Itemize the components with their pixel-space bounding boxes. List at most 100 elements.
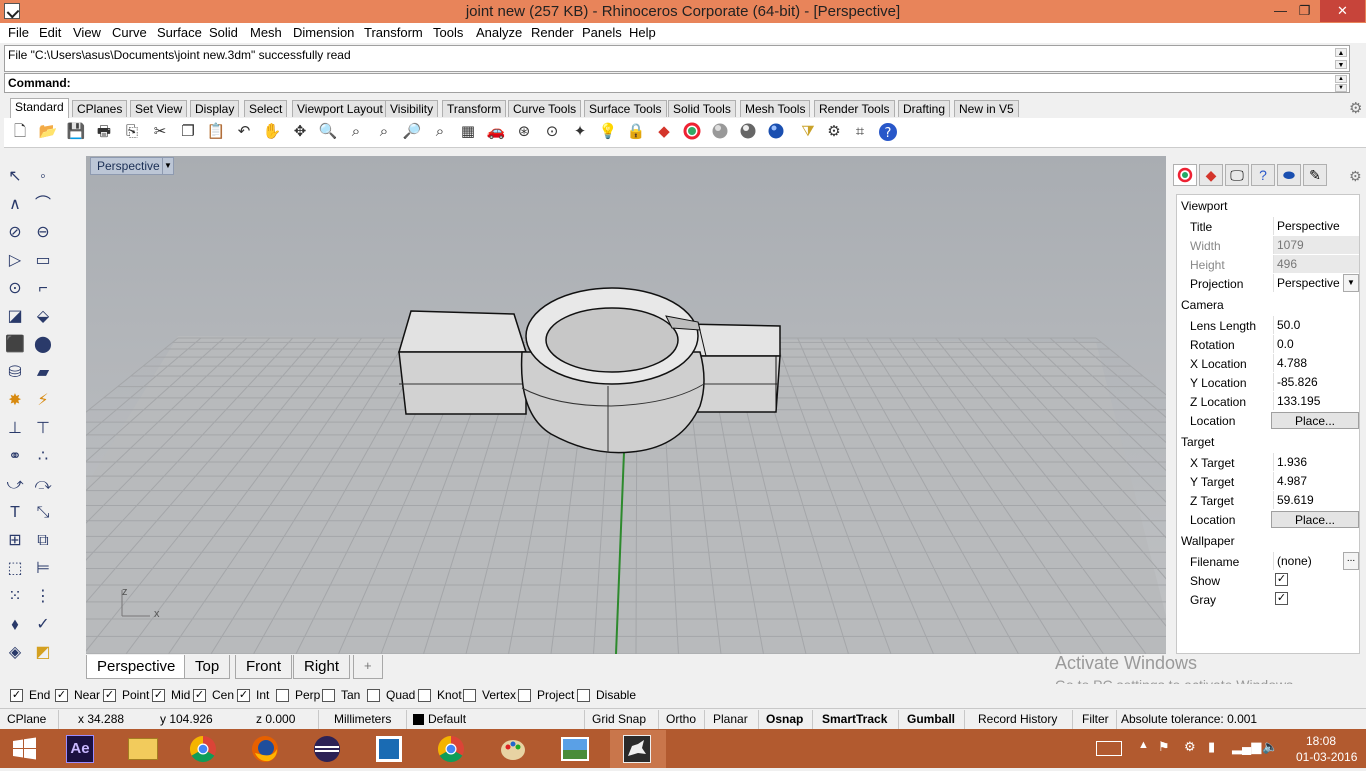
menu-view[interactable]: View xyxy=(73,25,101,40)
volume-icon[interactable]: 🔈 xyxy=(1262,739,1278,755)
gray-checkbox[interactable]: ✓ xyxy=(1275,592,1288,605)
array-icon[interactable]: ⊞ xyxy=(4,530,26,552)
menu-dimension[interactable]: Dimension xyxy=(293,25,354,40)
rectangle-icon[interactable]: ▭ xyxy=(32,250,54,272)
record-history-toggle[interactable]: Record History xyxy=(978,712,1057,726)
osnap-mid-checkbox[interactable]: ✓ xyxy=(152,689,165,702)
print-icon[interactable]: 🖶 xyxy=(94,122,114,142)
rendered-icon[interactable] xyxy=(738,122,758,142)
osnap-end-checkbox[interactable]: ✓ xyxy=(10,689,23,702)
osnap-near-checkbox[interactable]: ✓ xyxy=(55,689,68,702)
lens-length-field[interactable]: 50.0 xyxy=(1273,316,1359,334)
polyline-icon[interactable]: ∧ xyxy=(4,194,26,216)
rotate-view-icon[interactable]: ✥ xyxy=(290,122,310,142)
pan-icon[interactable]: ✋ xyxy=(262,122,282,142)
planar-toggle[interactable]: Planar xyxy=(713,712,748,726)
paint-app[interactable] xyxy=(486,730,542,768)
osnap-knot-checkbox[interactable] xyxy=(418,689,431,702)
tab-top[interactable]: Top xyxy=(184,655,231,679)
maximize-button[interactable]: ❐ xyxy=(1291,0,1318,22)
check-icon[interactable]: ✓ xyxy=(32,614,54,636)
add-viewport-icon[interactable]: + xyxy=(353,655,383,679)
ortho-toggle[interactable]: Ortho xyxy=(666,712,696,726)
menu-surface[interactable]: Surface xyxy=(157,25,202,40)
tab-display[interactable]: Display xyxy=(190,100,240,117)
fillet-icon[interactable]: ⤻ xyxy=(4,474,26,496)
filter-toggle[interactable]: Filter xyxy=(1082,712,1109,726)
show-checkbox[interactable]: ✓ xyxy=(1275,573,1288,586)
cut-icon[interactable]: ✂ xyxy=(150,122,170,142)
start-button[interactable] xyxy=(0,730,50,768)
chrome-app-2[interactable] xyxy=(424,730,480,768)
osnap-int-checkbox[interactable]: ✓ xyxy=(237,689,250,702)
help-icon[interactable]: ? xyxy=(878,122,898,142)
sphere-icon[interactable] xyxy=(766,122,786,142)
after-effects-app[interactable]: Ae xyxy=(56,730,112,768)
move-icon[interactable]: ⬧ xyxy=(4,614,26,636)
tab-perspective[interactable]: Perspective xyxy=(86,655,187,679)
status-cplane[interactable]: CPlane xyxy=(7,712,46,726)
menu-help[interactable]: Help xyxy=(629,25,656,40)
layer-color-swatch[interactable] xyxy=(413,714,424,725)
viewport-title[interactable]: Perspective xyxy=(90,157,167,175)
group-icon[interactable]: ⚭ xyxy=(4,446,26,468)
box-icon[interactable]: ⬛ xyxy=(4,334,26,356)
battery-icon[interactable]: ▮ xyxy=(1208,739,1215,755)
rotation-field[interactable]: 0.0 xyxy=(1273,335,1359,353)
menu-transform[interactable]: Transform xyxy=(364,25,423,40)
help-tab-icon[interactable]: ? xyxy=(1251,164,1275,186)
osnap-perp-checkbox[interactable] xyxy=(276,689,289,702)
browse-button[interactable]: ... xyxy=(1343,552,1359,570)
perspective-viewport[interactable]: Perspective ▼ z x xyxy=(86,156,1166,654)
ellipse-icon[interactable]: ⊖ xyxy=(32,222,54,244)
zoom-dynamic-icon[interactable]: ⌕ xyxy=(430,122,450,142)
tab-viewport-layout[interactable]: Viewport Layout xyxy=(292,100,388,117)
osnap-cen-checkbox[interactable]: ✓ xyxy=(193,689,206,702)
paint-icon[interactable]: ◩ xyxy=(32,642,54,664)
rhino-app[interactable] xyxy=(610,730,666,768)
grid-snap-toggle[interactable]: Grid Snap xyxy=(592,712,646,726)
menu-mesh[interactable]: Mesh xyxy=(250,25,282,40)
tab-transform[interactable]: Transform xyxy=(442,100,507,117)
properties-tab-icon[interactable] xyxy=(1173,164,1197,186)
z-location-field[interactable]: 133.195 xyxy=(1273,392,1359,410)
light-icon[interactable]: 💡 xyxy=(598,122,618,142)
arc-icon[interactable]: ▷ xyxy=(4,250,26,272)
layers-tab-icon[interactable]: ◆ xyxy=(1199,164,1223,186)
point-icon[interactable]: ✦ xyxy=(570,122,590,142)
osnap-tan-checkbox[interactable] xyxy=(322,689,335,702)
history-scroll-down-icon[interactable]: ▼ xyxy=(1335,60,1347,69)
action-center-icon[interactable]: ⚑ xyxy=(1158,739,1170,755)
osnap-quad-checkbox[interactable] xyxy=(367,689,380,702)
osnap-point-checkbox[interactable]: ✓ xyxy=(103,689,116,702)
viewport-dropdown-icon[interactable]: ▼ xyxy=(162,157,174,175)
menu-tools[interactable]: Tools xyxy=(433,25,463,40)
scale-icon[interactable]: ⤡ xyxy=(32,502,54,524)
layer-icon[interactable]: ◆ xyxy=(654,122,674,142)
paste-icon[interactable]: 📋 xyxy=(206,122,226,142)
toolbar-settings-icon[interactable]: ⚙ xyxy=(1349,99,1362,117)
tab-drafting[interactable]: Drafting xyxy=(898,100,951,117)
status-layer[interactable]: Default xyxy=(428,712,466,726)
zoom-extents-icon[interactable]: ⌕ xyxy=(374,122,394,142)
text-icon[interactable]: T xyxy=(4,502,26,524)
grid-array-icon[interactable]: ⁙ xyxy=(4,586,26,608)
tab-cplanes[interactable]: CPlanes xyxy=(72,100,128,117)
curve-icon[interactable]: ⌒ xyxy=(32,194,54,216)
lock-icon[interactable]: 🔒 xyxy=(626,122,646,142)
command-prompt[interactable]: Command: ▲ ▼ xyxy=(4,73,1350,93)
photos-app[interactable] xyxy=(548,730,604,768)
cylinder-icon[interactable]: ⛁ xyxy=(4,362,26,384)
ungroup-icon[interactable]: ∴ xyxy=(32,446,54,468)
new-icon[interactable]: 🗋 xyxy=(10,122,30,142)
menu-render[interactable]: Render xyxy=(531,25,574,40)
menu-edit[interactable]: Edit xyxy=(39,25,61,40)
extrude-curve-icon[interactable]: ⬙ xyxy=(32,306,54,328)
smarttrack-toggle[interactable]: SmartTrack xyxy=(822,712,887,726)
clock-date[interactable]: 01-03-2016 xyxy=(1296,750,1357,764)
tab-surface-tools[interactable]: Surface Tools xyxy=(584,100,667,117)
menu-panels[interactable]: Panels xyxy=(582,25,622,40)
circle-icon[interactable]: ⊘ xyxy=(4,222,26,244)
viewport-layout-icon[interactable]: ▦ xyxy=(458,122,478,142)
menu-file[interactable]: File xyxy=(8,25,29,40)
